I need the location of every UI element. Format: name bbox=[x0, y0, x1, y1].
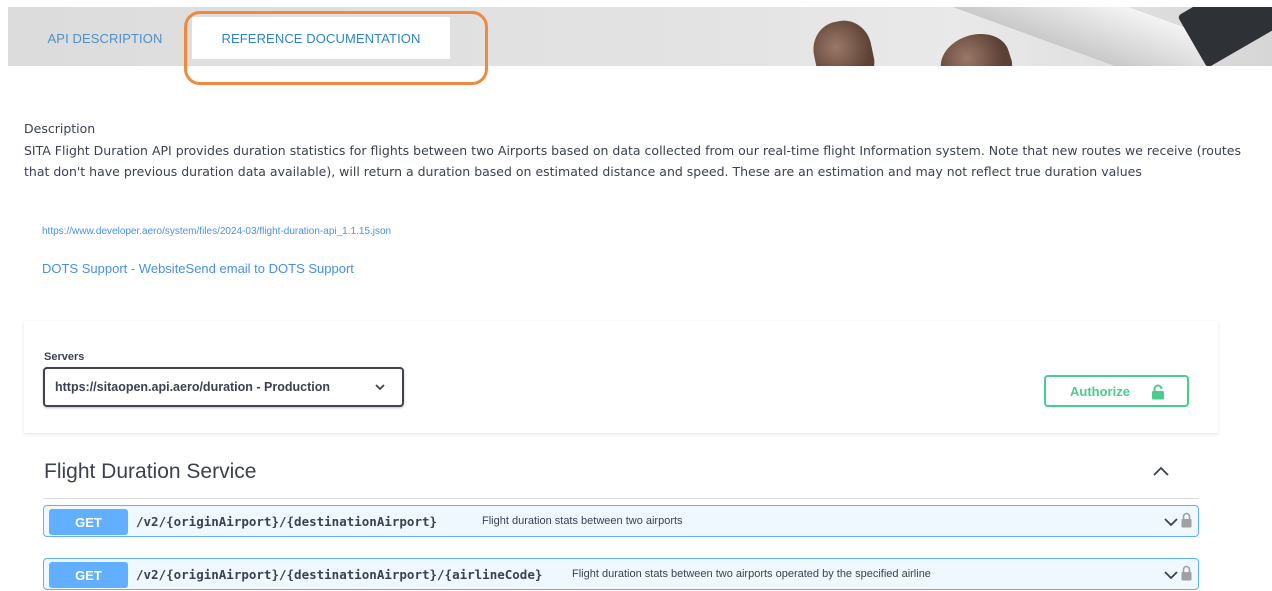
lock-icon[interactable] bbox=[1181, 565, 1192, 581]
tab-api-description[interactable]: API DESCRIPTION bbox=[22, 17, 188, 59]
chevron-up-icon[interactable] bbox=[1152, 465, 1170, 477]
server-select-value: https://sitaopen.api.aero/duration - Pro… bbox=[55, 380, 331, 394]
banner-hand-left bbox=[808, 15, 878, 66]
operation-row[interactable]: GET /v2/{originAirport}/{destinationAirp… bbox=[43, 505, 1199, 537]
server-select[interactable]: https://sitaopen.api.aero/duration - Pro… bbox=[43, 367, 404, 407]
authorize-button[interactable]: Authorize bbox=[1044, 375, 1189, 407]
lock-icon bbox=[1152, 384, 1164, 400]
section-title[interactable]: Flight Duration Service bbox=[44, 460, 256, 484]
operation-path: /v2/{originAirport}/{destinationAirport} bbox=[136, 514, 438, 529]
spec-json-link[interactable]: https://www.developer.aero/system/files/… bbox=[42, 226, 391, 237]
operation-row[interactable]: GET /v2/{originAirport}/{destinationAirp… bbox=[43, 558, 1199, 590]
operation-path: /v2/{originAirport}/{destinationAirport}… bbox=[136, 567, 543, 582]
lock-icon[interactable] bbox=[1181, 512, 1192, 528]
description-text: SITA Flight Duration API provides durati… bbox=[24, 143, 1241, 179]
tab-reference-documentation[interactable]: REFERENCE DOCUMENTATION bbox=[192, 17, 450, 59]
chevron-down-icon[interactable] bbox=[1163, 570, 1179, 580]
servers-label: Servers bbox=[44, 351, 85, 363]
chevron-down-icon[interactable] bbox=[1163, 517, 1179, 527]
method-badge: GET bbox=[49, 562, 128, 588]
support-link[interactable]: DOTS Support - WebsiteSend email to DOTS… bbox=[42, 261, 354, 276]
banner-hand-right bbox=[933, 25, 1017, 66]
description-title: Description bbox=[24, 121, 96, 136]
method-badge: GET bbox=[49, 509, 128, 535]
chevron-down-icon bbox=[375, 384, 385, 391]
operation-summary: Flight duration stats between two airpor… bbox=[482, 515, 683, 527]
section-divider bbox=[43, 498, 1199, 499]
authorize-label: Authorize bbox=[1070, 383, 1130, 399]
operation-summary: Flight duration stats between two airpor… bbox=[572, 568, 931, 580]
